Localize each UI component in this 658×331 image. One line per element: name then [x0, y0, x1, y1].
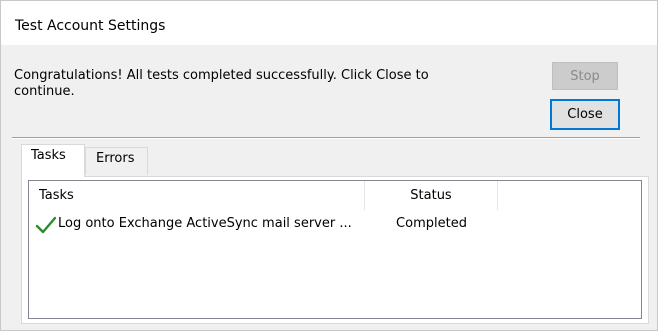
window-title: Test Account Settings [15, 18, 166, 34]
separator [12, 137, 640, 139]
checkmark-icon [35, 215, 57, 235]
column-header-status[interactable]: Status [365, 181, 498, 210]
tab-errors[interactable]: Errors [85, 147, 148, 175]
status-message: Congratulations! All tests completed suc… [14, 68, 429, 99]
test-account-settings-dialog: Test Account Settings Congratulations! A… [0, 0, 658, 331]
table-row[interactable]: Log onto Exchange ActiveSync mail server… [29, 211, 641, 237]
close-button[interactable]: Close [550, 99, 620, 130]
task-name: Log onto Exchange ActiveSync mail server… [58, 216, 352, 231]
tasks-list[interactable]: Tasks Status Log onto Exchange ActiveSyn… [28, 180, 642, 319]
column-header-tasks[interactable]: Tasks [29, 181, 365, 210]
tasks-tab-panel: Tasks Status Log onto Exchange ActiveSyn… [21, 176, 649, 324]
title-bar: Test Account Settings [1, 1, 657, 45]
stop-button[interactable]: Stop [552, 62, 618, 90]
tab-tasks[interactable]: Tasks [21, 144, 85, 177]
task-status: Completed [396, 216, 467, 231]
